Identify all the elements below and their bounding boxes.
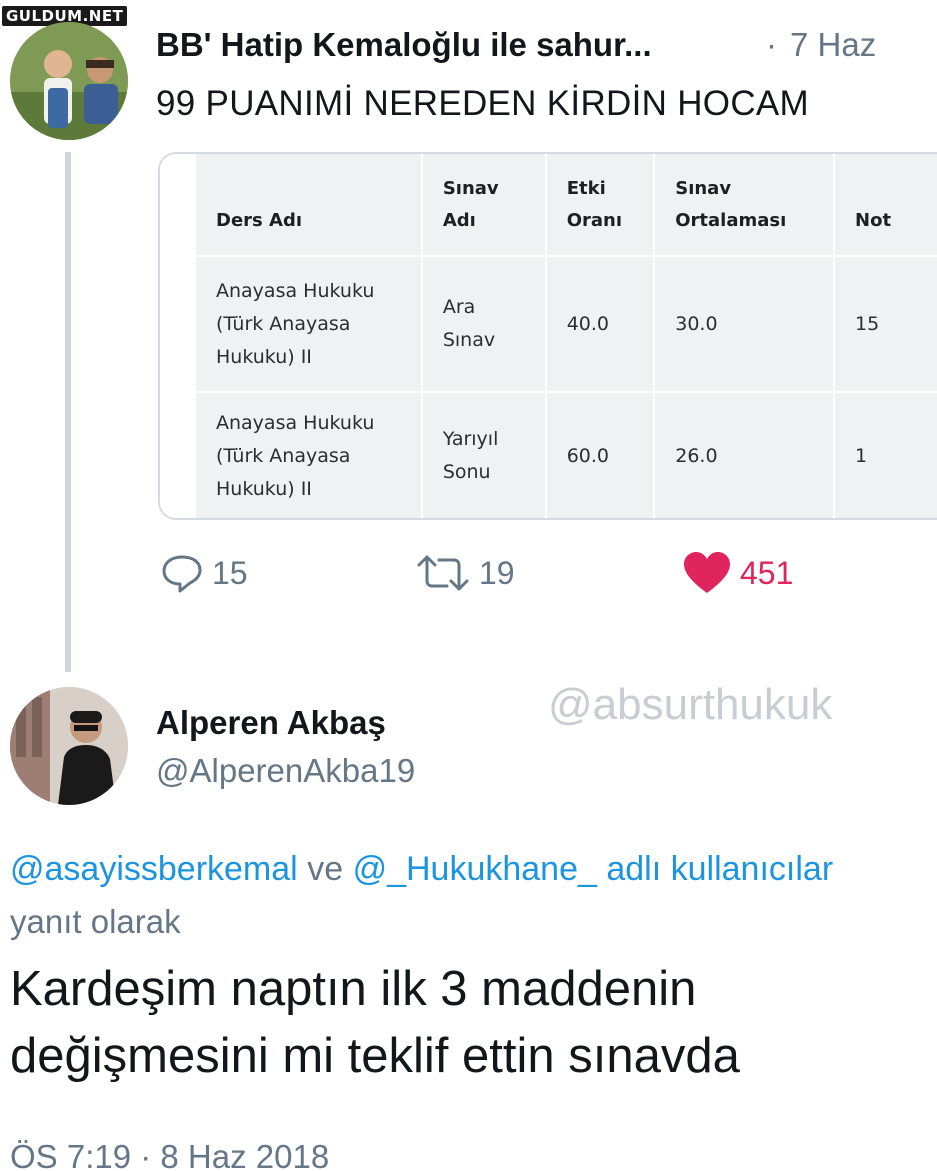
- avatar-photo-icon: [10, 22, 128, 140]
- header-average: Sınav Ortalaması: [654, 154, 836, 257]
- cell-exam: Ara Sınav: [421, 256, 547, 393]
- tweet-date[interactable]: 7 Haz: [790, 26, 876, 64]
- like-count: 451: [740, 554, 794, 591]
- reply-icon: [162, 555, 202, 593]
- separator: ·: [766, 26, 777, 63]
- grade-table: Ders Adı Sınav Adı Etki Oranı Sınav Ortalam…: [196, 154, 937, 518]
- account-watermark: @absurthukuk: [548, 680, 833, 729]
- reply-count: 15: [212, 554, 248, 591]
- retweet-icon: [417, 555, 469, 591]
- cell-grade: 1: [834, 392, 937, 518]
- replying-to: @asayissberkemal ve @_Hukukhane_ adlı ku…: [10, 850, 833, 889]
- cell-grade: 15: [834, 256, 937, 393]
- mention-link[interactable]: @asayissberkemal: [10, 850, 298, 888]
- reply-text: Kardeşim naptın ilk 3 maddenin değişmesi…: [10, 956, 930, 1090]
- cell-exam: Yarıyıl Sonu: [421, 392, 547, 518]
- like-button[interactable]: 451: [682, 548, 793, 598]
- tweet-author-name[interactable]: BB' Hatip Kemaloğlu ile sahur...: [156, 26, 652, 64]
- table-row: Anayasa Hukuku (Türk Anayasa Hukuku) II …: [196, 256, 937, 393]
- header-weight: Etki Oranı: [545, 154, 656, 257]
- cell-weight: 60.0: [545, 392, 656, 518]
- table-row: Anayasa Hukuku (Türk Anayasa Hukuku) II …: [196, 392, 937, 518]
- replying-to-line2: yanıt olarak: [10, 903, 181, 940]
- cell-course: Anayasa Hukuku (Türk Anayasa Hukuku) II: [196, 392, 423, 518]
- mention-link[interactable]: @_Hukukhane_: [353, 850, 597, 888]
- cell-average: 26.0: [654, 392, 836, 518]
- avatar-photo-icon: [10, 687, 128, 805]
- reply-author-name[interactable]: Alperen Akbaş: [156, 704, 386, 742]
- cell-average: 30.0: [654, 256, 836, 393]
- cell-course: Anayasa Hukuku (Türk Anayasa Hukuku) II: [196, 256, 423, 393]
- reply-author-handle[interactable]: @AlperenAkba19: [156, 752, 415, 790]
- replying-to-suffix[interactable]: adlı kullanıcılar: [606, 850, 833, 888]
- reply-text-line: değişmesini mi teklif ettin sınavda: [10, 1029, 740, 1083]
- reply-text-line: Kardeşim naptın ilk 3 maddenin: [10, 962, 697, 1016]
- thread-line: [65, 152, 71, 672]
- retweet-button[interactable]: 19: [415, 548, 515, 598]
- heart-icon: [684, 552, 730, 593]
- avatar[interactable]: [10, 687, 128, 805]
- attached-image-grade-table[interactable]: Ders Adı Sınav Adı Etki Oranı Sınav Ortalam…: [158, 152, 937, 520]
- reply-button[interactable]: 15: [160, 548, 248, 598]
- avatar[interactable]: [10, 22, 128, 140]
- reply-timestamp[interactable]: ÖS 7:19 · 8 Haz 2018: [10, 1138, 329, 1171]
- replying-to-connector: ve: [307, 850, 344, 888]
- tweet-text: 99 PUANIMİ NEREDEN KİRDİN HOCAM: [156, 84, 810, 123]
- header-grade: Not: [834, 154, 937, 257]
- table-header-row: Ders Adı Sınav Adı Etki Oranı Sınav Ortalam…: [196, 154, 937, 257]
- retweet-count: 19: [479, 554, 515, 591]
- header-course: Ders Adı: [196, 154, 423, 257]
- header-exam: Sınav Adı: [421, 154, 547, 257]
- cell-weight: 40.0: [545, 256, 656, 393]
